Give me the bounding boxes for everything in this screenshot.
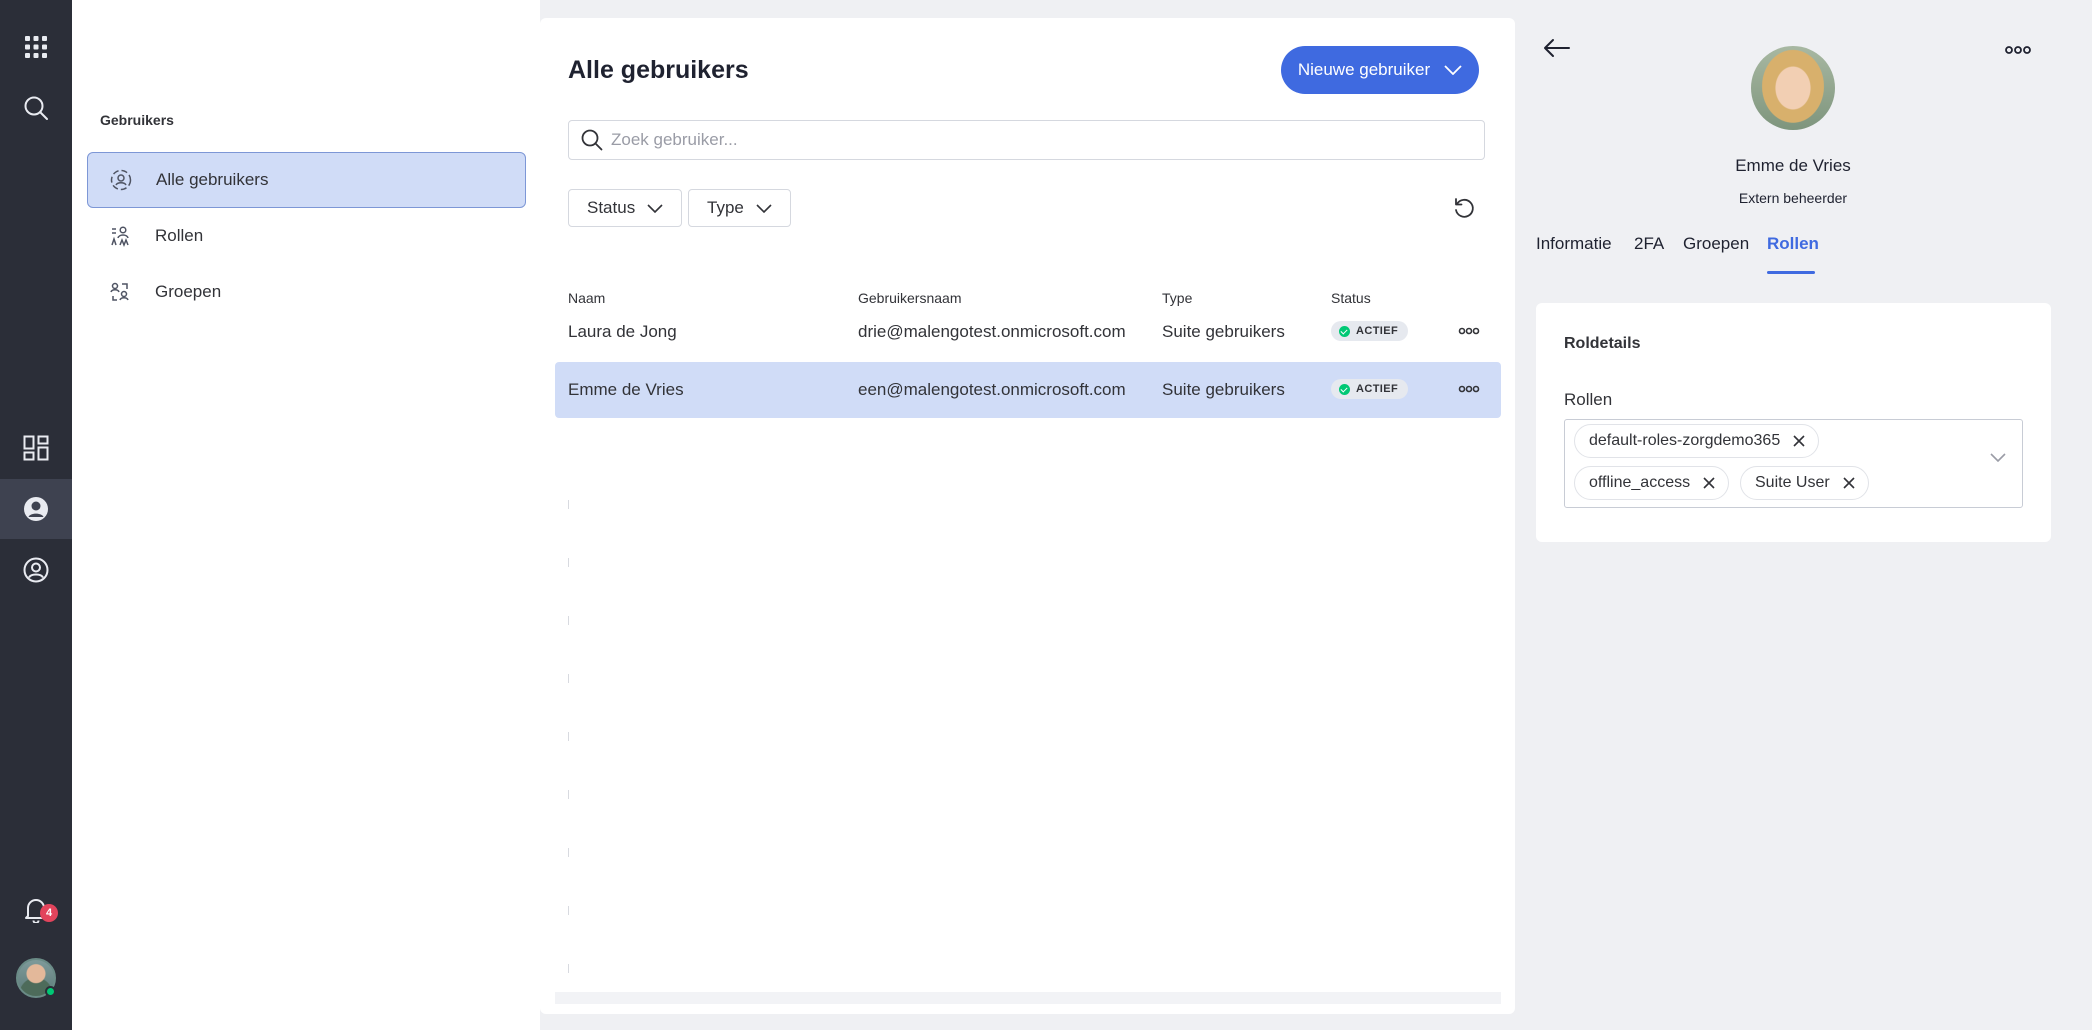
table-footer <box>555 992 1501 1004</box>
tab-rollen[interactable]: Rollen <box>1767 234 1819 254</box>
users-icon <box>110 169 132 191</box>
roles-multiselect[interactable]: default-roles-zorgdemo365 offline_access… <box>1564 419 2023 508</box>
status-filter-dropdown[interactable]: Status <box>568 189 683 227</box>
subnav-item-label: Rollen <box>155 226 204 245</box>
check-circle-icon <box>1339 325 1350 337</box>
chevron-down-icon <box>1444 65 1462 75</box>
role-chip-label: default-roles-zorgdemo365 <box>1589 432 1781 449</box>
tab-informatie[interactable]: Informatie <box>1536 234 1612 254</box>
search-icon[interactable] <box>0 78 72 138</box>
chevron-down-icon[interactable] <box>1990 453 2006 462</box>
search-icon <box>581 129 603 151</box>
placeholder-tick <box>568 906 569 915</box>
notifications-badge: 4 <box>40 904 58 922</box>
roles-field-label: Rollen <box>1564 390 1613 409</box>
search-bar <box>568 120 1485 160</box>
status-filter-label: Status <box>587 198 636 217</box>
placeholder-tick <box>568 848 569 857</box>
status-badge-label: ACTIEF <box>1356 383 1399 395</box>
role-chip: offline_access <box>1574 466 1730 500</box>
support-user-icon[interactable] <box>0 540 72 600</box>
user-icon[interactable] <box>0 479 72 539</box>
tab-groepen[interactable]: Groepen <box>1683 234 1749 254</box>
close-icon[interactable] <box>1702 476 1716 490</box>
page-title: Alle gebruikers <box>568 56 749 84</box>
close-icon[interactable] <box>1792 434 1806 448</box>
placeholder-tick <box>568 790 569 799</box>
notifications-bell-icon[interactable]: 4 <box>0 880 72 940</box>
table-row[interactable]: Laura de Jong drie@malengotest.onmicroso… <box>555 304 1501 360</box>
tab-2fa[interactable]: 2FA <box>1634 234 1664 254</box>
refresh-icon[interactable] <box>1452 196 1476 225</box>
status-badge: ACTIEF <box>1331 321 1409 341</box>
subnav-item-groepen[interactable]: Groepen <box>87 264 526 320</box>
placeholder-tick <box>568 964 569 973</box>
subnav-item-alle-gebruikers[interactable]: Alle gebruikers <box>87 152 526 208</box>
subnav-item-rollen[interactable]: Rollen <box>87 208 526 264</box>
role-chip: default-roles-zorgdemo365 <box>1574 424 1820 458</box>
users-main-panel: Alle gebruikers Nieuwe gebruiker Status … <box>540 18 1515 1014</box>
chevron-down-icon <box>647 203 663 213</box>
left-rail: 4 <box>0 0 72 1030</box>
dashboard-icon[interactable] <box>0 418 72 478</box>
more-options-icon[interactable] <box>2005 44 2031 56</box>
row-name: Laura de Jong <box>568 322 677 341</box>
row-type: Suite gebruikers <box>1162 322 1285 341</box>
role-chip-label: offline_access <box>1589 474 1691 491</box>
more-options-icon[interactable] <box>1458 320 1480 342</box>
chevron-down-icon <box>756 203 772 213</box>
row-type: Suite gebruikers <box>1162 380 1285 399</box>
type-filter-label: Type <box>707 198 744 217</box>
card-title: Roldetails <box>1564 335 1641 352</box>
check-circle-icon <box>1339 383 1350 395</box>
placeholder-tick <box>568 500 569 509</box>
status-badge: ACTIEF <box>1331 379 1409 399</box>
new-user-button[interactable]: Nieuwe gebruiker <box>1281 46 1479 94</box>
role-details-card: Roldetails Rollen default-roles-zorgdemo… <box>1536 303 2051 542</box>
status-badge-label: ACTIEF <box>1356 325 1399 337</box>
type-filter-dropdown[interactable]: Type <box>688 189 791 227</box>
row-name: Emme de Vries <box>568 380 684 399</box>
row-username: een@malengotest.onmicrosoft.com <box>858 380 1126 399</box>
placeholder-tick <box>568 732 569 741</box>
new-user-button-label: Nieuwe gebruiker <box>1297 60 1431 79</box>
subnav-title: Gebruikers <box>100 112 174 128</box>
online-status-indicator <box>45 986 56 997</box>
users-subnav: Gebruikers Alle gebruikers Rollen Groepe… <box>72 0 540 1030</box>
groups-icon <box>110 282 129 301</box>
table-row[interactable]: Emme de Vries een@malengotest.onmicrosof… <box>555 362 1501 418</box>
current-user-avatar[interactable] <box>16 958 56 998</box>
placeholder-tick <box>568 674 569 683</box>
search-input[interactable] <box>611 130 1471 150</box>
role-chip-label: Suite User <box>1755 474 1830 491</box>
avatar <box>1751 46 1835 130</box>
subnav-item-label: Groepen <box>155 282 222 301</box>
profile-role: Extern beheerder <box>1738 190 1848 206</box>
placeholder-tick <box>568 616 569 625</box>
placeholder-tick <box>568 558 569 567</box>
apps-grid-icon[interactable] <box>0 17 72 77</box>
profile-name: Emme de Vries <box>1735 156 1851 175</box>
active-tab-indicator <box>1767 271 1815 274</box>
close-icon[interactable] <box>1842 476 1856 490</box>
roles-icon <box>111 226 129 247</box>
subnav-item-label: Alle gebruikers <box>156 170 269 189</box>
row-username: drie@malengotest.onmicrosoft.com <box>858 322 1126 341</box>
more-options-icon[interactable] <box>1458 378 1480 400</box>
back-arrow-icon[interactable] <box>1543 38 1571 63</box>
role-chip: Suite User <box>1740 466 1869 500</box>
user-detail-panel: Emme de Vries Extern beheerder Informati… <box>1515 0 2092 1030</box>
